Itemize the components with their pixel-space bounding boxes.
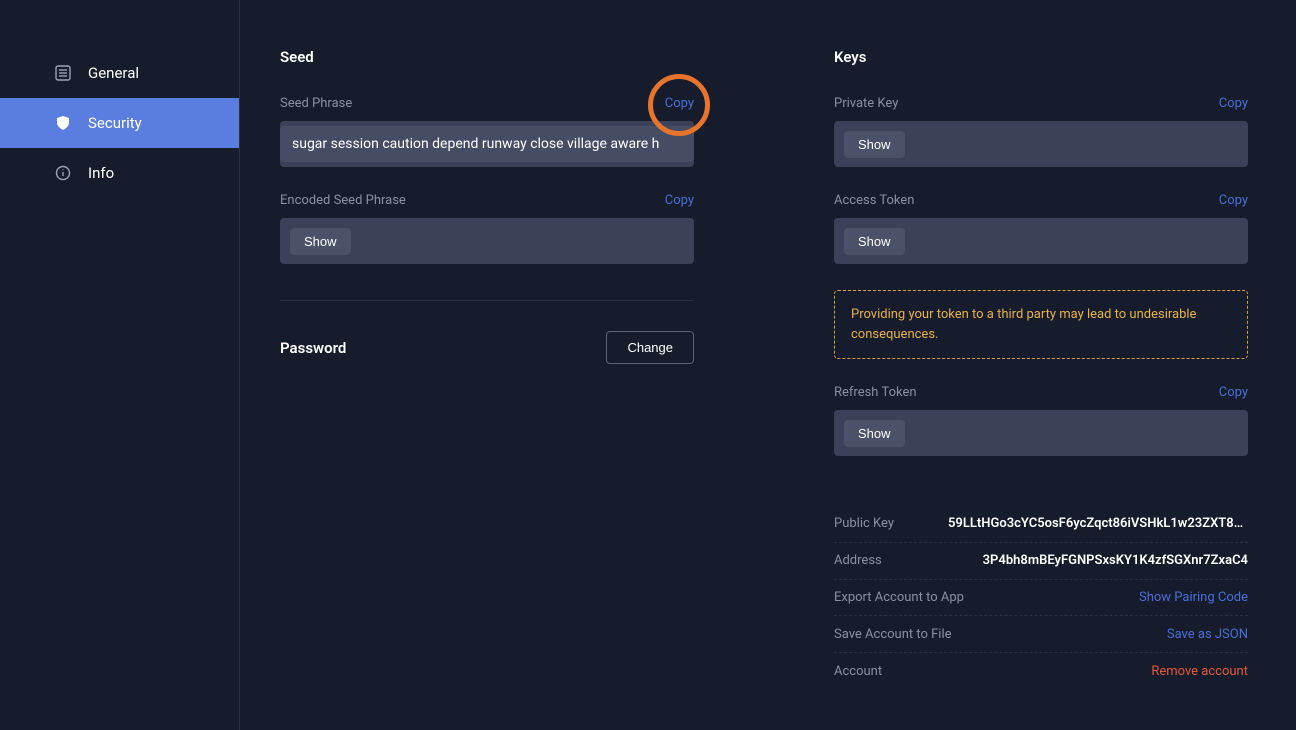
access-token-show-button[interactable]: Show (844, 228, 905, 255)
encoded-seed-show-button[interactable]: Show (290, 228, 351, 255)
refresh-token-header: Refresh Token Copy (834, 385, 1248, 400)
shield-icon (54, 114, 72, 132)
private-key-box: Show (834, 121, 1248, 167)
seed-phrase-label: Seed Phrase (280, 96, 352, 111)
password-section: Password Change (280, 331, 694, 364)
access-token-box: Show (834, 218, 1248, 264)
seed-phrase-header: Seed Phrase Copy (280, 96, 694, 111)
sidebar-item-label: Info (88, 164, 114, 182)
encoded-seed-header: Encoded Seed Phrase Copy (280, 193, 694, 208)
private-key-header: Private Key Copy (834, 96, 1248, 111)
token-warning: Providing your token to a third party ma… (834, 290, 1248, 359)
sidebar-item-label: General (88, 64, 139, 82)
keys-title: Keys (834, 48, 1248, 66)
save-link[interactable]: Save as JSON (1167, 627, 1248, 642)
seed-phrase-copy-link[interactable]: Copy (665, 96, 694, 111)
seed-phrase-box: sugar session caution depend runway clos… (280, 121, 694, 167)
refresh-token-label: Refresh Token (834, 385, 917, 400)
sidebar-item-label: Security (88, 114, 142, 132)
private-key-copy-link[interactable]: Copy (1219, 96, 1248, 111)
change-password-button[interactable]: Change (606, 331, 694, 364)
password-title: Password (280, 339, 346, 357)
export-label: Export Account to App (834, 590, 964, 605)
list-icon (54, 64, 72, 82)
remove-account-link[interactable]: Remove account (1151, 664, 1248, 679)
address-value: 3P4bh8mBEyFGNPSxsKY1K4zfSGXnr7ZxaC4 (983, 553, 1248, 568)
private-key-label: Private Key (834, 96, 898, 111)
sidebar-item-general[interactable]: General (0, 48, 239, 98)
refresh-token-box: Show (834, 410, 1248, 456)
access-token-copy-link[interactable]: Copy (1219, 193, 1248, 208)
access-token-header: Access Token Copy (834, 193, 1248, 208)
export-row: Export Account to App Show Pairing Code (834, 580, 1248, 617)
content: Seed Seed Phrase Copy sugar session caut… (240, 0, 1296, 730)
refresh-token-show-button[interactable]: Show (844, 420, 905, 447)
account-label: Account (834, 664, 882, 679)
seed-section: Seed Seed Phrase Copy sugar session caut… (280, 48, 694, 690)
public-key-row: Public Key 59LLtHGo3cYC5osF6ycZqct86iVSH… (834, 506, 1248, 543)
seed-phrase-value[interactable]: sugar session caution depend runway clos… (280, 126, 694, 162)
export-link[interactable]: Show Pairing Code (1139, 590, 1248, 605)
sidebar-item-security[interactable]: Security (0, 98, 239, 148)
seed-title: Seed (280, 48, 694, 66)
info-icon (54, 164, 72, 182)
encoded-seed-copy-link[interactable]: Copy (665, 193, 694, 208)
save-label: Save Account to File (834, 627, 952, 642)
sidebar: General Security Info (0, 0, 240, 730)
save-row: Save Account to File Save as JSON (834, 616, 1248, 653)
divider (280, 300, 694, 301)
account-row: Account Remove account (834, 653, 1248, 690)
sidebar-item-info[interactable]: Info (0, 148, 239, 198)
address-label: Address (834, 553, 882, 568)
public-key-value: 59LLtHGo3cYC5osF6ycZqct86iVSHkL1w23ZXT88… (948, 516, 1248, 531)
keys-section: Keys Private Key Copy Show Access Token … (834, 48, 1248, 690)
encoded-seed-box: Show (280, 218, 694, 264)
encoded-seed-label: Encoded Seed Phrase (280, 193, 406, 208)
public-key-label: Public Key (834, 516, 894, 531)
refresh-token-copy-link[interactable]: Copy (1219, 385, 1248, 400)
access-token-label: Access Token (834, 193, 914, 208)
private-key-show-button[interactable]: Show (844, 131, 905, 158)
address-row: Address 3P4bh8mBEyFGNPSxsKY1K4zfSGXnr7Zx… (834, 543, 1248, 580)
